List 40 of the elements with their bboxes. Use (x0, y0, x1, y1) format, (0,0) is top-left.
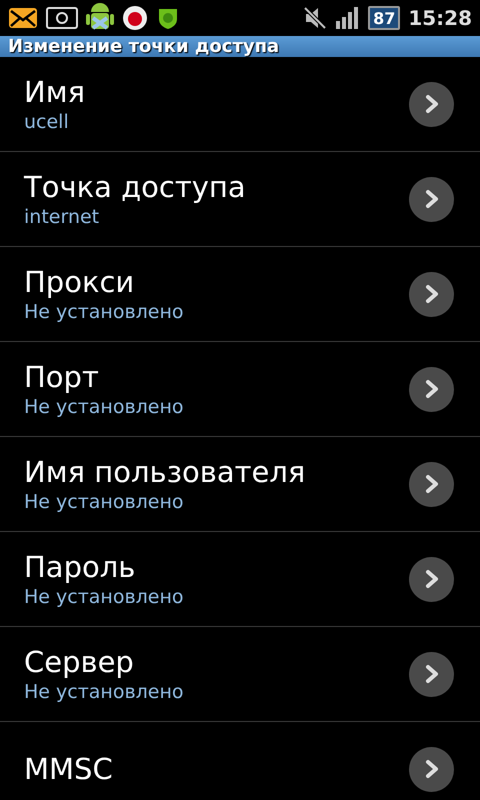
chevron-right-icon (424, 94, 438, 114)
chevron-button[interactable] (409, 272, 454, 316)
chevron-right-icon (424, 664, 438, 684)
shield-icon (156, 6, 180, 30)
chevron-button[interactable] (409, 652, 454, 696)
chevron-right-icon (424, 569, 438, 589)
chevron-right-icon (424, 284, 438, 304)
chevron-right-icon (424, 189, 438, 209)
setting-label: MMSC (24, 751, 114, 787)
chevron-button[interactable] (409, 462, 454, 506)
clock-time: 15:28 (408, 6, 472, 30)
muted-speaker-icon (302, 5, 328, 31)
chevron-right-icon (424, 379, 438, 399)
setting-label: Порт (24, 359, 100, 395)
setting-label: Имя пользователя (24, 454, 306, 490)
setting-label: Сервер (24, 644, 135, 680)
envelope-icon (8, 7, 38, 29)
chevron-button[interactable] (409, 746, 454, 792)
setting-value: ucell (24, 110, 70, 134)
setting-value: internet (24, 205, 100, 229)
drop-icon (122, 5, 148, 31)
chevron-button[interactable] (409, 82, 454, 126)
setting-label: Точка доступа (24, 169, 247, 205)
setting-label: Прокси (24, 264, 136, 300)
chevron-button[interactable] (409, 556, 454, 602)
chevron-button[interactable] (409, 176, 454, 222)
setting-value: Не установлено (24, 490, 185, 514)
setting-label: Пароль (24, 549, 136, 585)
setting-value: Не установлено (24, 395, 185, 419)
setting-value: Не установлено (24, 585, 185, 609)
setting-value: Не установлено (24, 300, 185, 324)
chevron-button[interactable] (409, 366, 454, 412)
battery-level: 87 (368, 6, 400, 30)
setting-label: Имя (24, 74, 86, 110)
setting-value: Не установлено (24, 680, 185, 704)
screen-title: Изменение точки доступа (0, 36, 480, 57)
signal-icon (336, 7, 360, 29)
chevron-right-icon (424, 759, 438, 779)
chevron-right-icon (424, 474, 438, 494)
camera-icon (46, 7, 78, 29)
